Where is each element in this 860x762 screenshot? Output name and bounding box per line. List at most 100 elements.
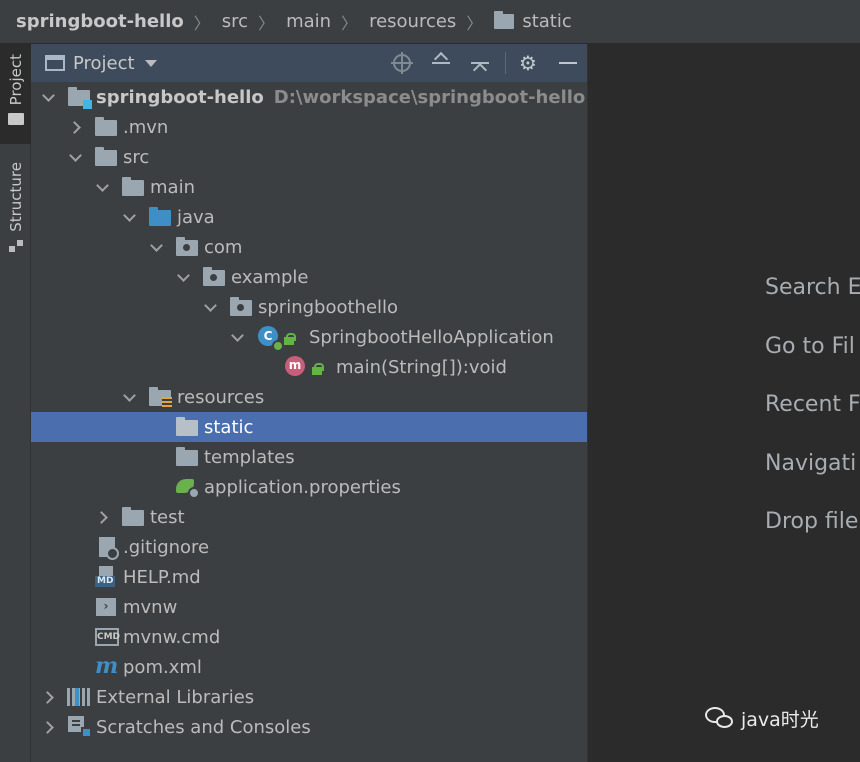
resources-folder-icon: [149, 387, 172, 408]
tree-item-label: SpringbootHelloApplication: [309, 326, 554, 348]
tree-item-mvn[interactable]: .mvn: [31, 112, 587, 142]
breadcrumb-item-resources[interactable]: resources: [369, 11, 456, 32]
folder-icon: [122, 507, 144, 526]
tab-structure-label: Structure: [6, 162, 25, 232]
tree-item-main[interactable]: main: [31, 172, 587, 202]
markdown-file-icon: MD: [95, 566, 119, 588]
tree-item-label: HELP.md: [123, 566, 201, 588]
tree-item-mvnw[interactable]: › mvnw: [31, 592, 587, 622]
tree-item-static[interactable]: static: [31, 412, 587, 442]
chevron-down-icon[interactable]: [231, 331, 243, 343]
tree-item-test[interactable]: test: [31, 502, 587, 532]
tree-item-gitignore[interactable]: .gitignore: [31, 532, 587, 562]
tree-item-label: .gitignore: [123, 536, 210, 558]
breadcrumb-separator: 〉: [193, 13, 210, 33]
root-path: D:\workspace\springboot-hello: [273, 86, 586, 108]
chevron-down-icon[interactable]: [123, 391, 135, 403]
tree-item-label: com: [204, 236, 243, 258]
tree-item-help-md[interactable]: MD HELP.md: [31, 562, 587, 592]
gear-icon: ⚙: [519, 51, 537, 75]
tree-item-label: resources: [177, 386, 265, 408]
chevron-down-icon[interactable]: [144, 59, 157, 67]
chevron-down-icon[interactable]: [177, 271, 189, 283]
chevron-down-icon[interactable]: [123, 211, 135, 223]
chevron-down-icon[interactable]: [69, 151, 81, 163]
tree-item-external-libraries[interactable]: External Libraries: [31, 682, 587, 712]
chevron-down-icon[interactable]: [150, 241, 162, 253]
tab-structure[interactable]: Structure: [0, 162, 31, 262]
lock-icon: [311, 363, 324, 375]
tree-item-label: springboothello: [258, 296, 399, 318]
tree-item-label: Scratches and Consoles: [96, 716, 311, 738]
tree-item-app-class[interactable]: C SpringbootHelloApplication: [31, 322, 587, 352]
tree-item-root[interactable]: springboot-hello D:\workspace\springboot-…: [31, 82, 587, 112]
hint-navigation-bar: Navigati: [765, 451, 857, 476]
breadcrumb-item-static[interactable]: static: [522, 11, 571, 32]
tree-item-springboothello[interactable]: springboothello: [31, 292, 587, 322]
spring-class-icon: C: [258, 326, 284, 352]
chevron-right-icon[interactable]: [43, 691, 55, 703]
tree-item-label: application.properties: [204, 476, 401, 498]
minimize-icon: [559, 62, 577, 64]
tree-item-label: mvnw: [123, 596, 178, 618]
tree-item-java[interactable]: java: [31, 202, 587, 232]
tree-item-com[interactable]: com: [31, 232, 587, 262]
chevron-down-icon[interactable]: [42, 91, 54, 103]
hint-go-to-file: Go to Fil: [765, 334, 855, 359]
project-view-title[interactable]: Project: [73, 53, 135, 74]
tree-item-main-method[interactable]: m main(String[]):void: [31, 352, 587, 382]
method-icon: m: [285, 356, 307, 378]
cmd-file-icon: CMD: [95, 628, 120, 646]
settings-button[interactable]: ⚙: [517, 51, 539, 75]
folder-icon: [95, 147, 117, 166]
tree-item-app-properties[interactable]: application.properties: [31, 472, 587, 502]
breadcrumb-item-project[interactable]: springboot-hello: [16, 11, 184, 32]
tree-item-src[interactable]: src: [31, 142, 587, 172]
collapse-all-button[interactable]: [469, 52, 491, 74]
hide-panel-button[interactable]: [557, 52, 579, 74]
project-window-icon: [45, 55, 65, 71]
folder-icon: [122, 177, 144, 196]
tree-item-label: src: [123, 146, 150, 168]
package-icon: [230, 297, 252, 316]
wechat-icon: [705, 706, 735, 731]
structure-icon: [8, 238, 23, 252]
chevron-down-icon[interactable]: [96, 181, 108, 193]
module-folder-icon: [68, 87, 92, 109]
tree-item-example[interactable]: example: [31, 262, 587, 292]
expand-all-button[interactable]: [430, 52, 452, 74]
breadcrumb-separator: 〉: [341, 13, 358, 33]
tree-item-label: main(String[]):void: [336, 356, 507, 378]
hint-search-everywhere: Search E: [765, 275, 860, 300]
source-folder-icon: [149, 207, 171, 226]
tree-item-root-label: springboot-hello D:\workspace\springboot-…: [96, 87, 585, 108]
chevron-down-icon[interactable]: [204, 301, 216, 313]
chevron-right-icon[interactable]: [97, 511, 109, 523]
tree-item-mvnw-cmd[interactable]: CMD mvnw.cmd: [31, 622, 587, 652]
spring-properties-icon: [176, 477, 200, 499]
chevron-right-icon[interactable]: [43, 721, 55, 733]
project-panel: Project ⚙ springboot-hello D:\workspace\s…: [31, 44, 588, 762]
libraries-icon: [67, 688, 91, 706]
tree-item-label: test: [150, 506, 185, 528]
tree-item-label: java: [177, 206, 215, 228]
tree-item-templates[interactable]: templates: [31, 442, 587, 472]
lock-icon: [283, 333, 296, 345]
root-name: springboot-hello: [96, 86, 264, 108]
package-icon: [203, 267, 225, 286]
breadcrumb-item-src[interactable]: src: [222, 11, 248, 32]
locate-file-button[interactable]: [391, 52, 413, 74]
tree-item-pom[interactable]: m pom.xml: [31, 652, 587, 682]
tree-item-resources[interactable]: resources: [31, 382, 587, 412]
maven-icon: m: [95, 653, 119, 679]
tree-item-label: pom.xml: [123, 656, 202, 678]
chevron-right-icon[interactable]: [70, 121, 82, 133]
hint-recent-files: Recent F: [765, 392, 860, 417]
tab-project[interactable]: Project: [0, 44, 31, 144]
project-panel-header: Project ⚙: [31, 44, 587, 82]
tree-item-label: static: [204, 416, 254, 438]
breadcrumb-item-main[interactable]: main: [286, 11, 331, 32]
watermark: java时光: [705, 705, 819, 732]
tree-item-scratches[interactable]: Scratches and Consoles: [31, 712, 587, 742]
breadcrumb-separator: 〉: [258, 13, 275, 33]
